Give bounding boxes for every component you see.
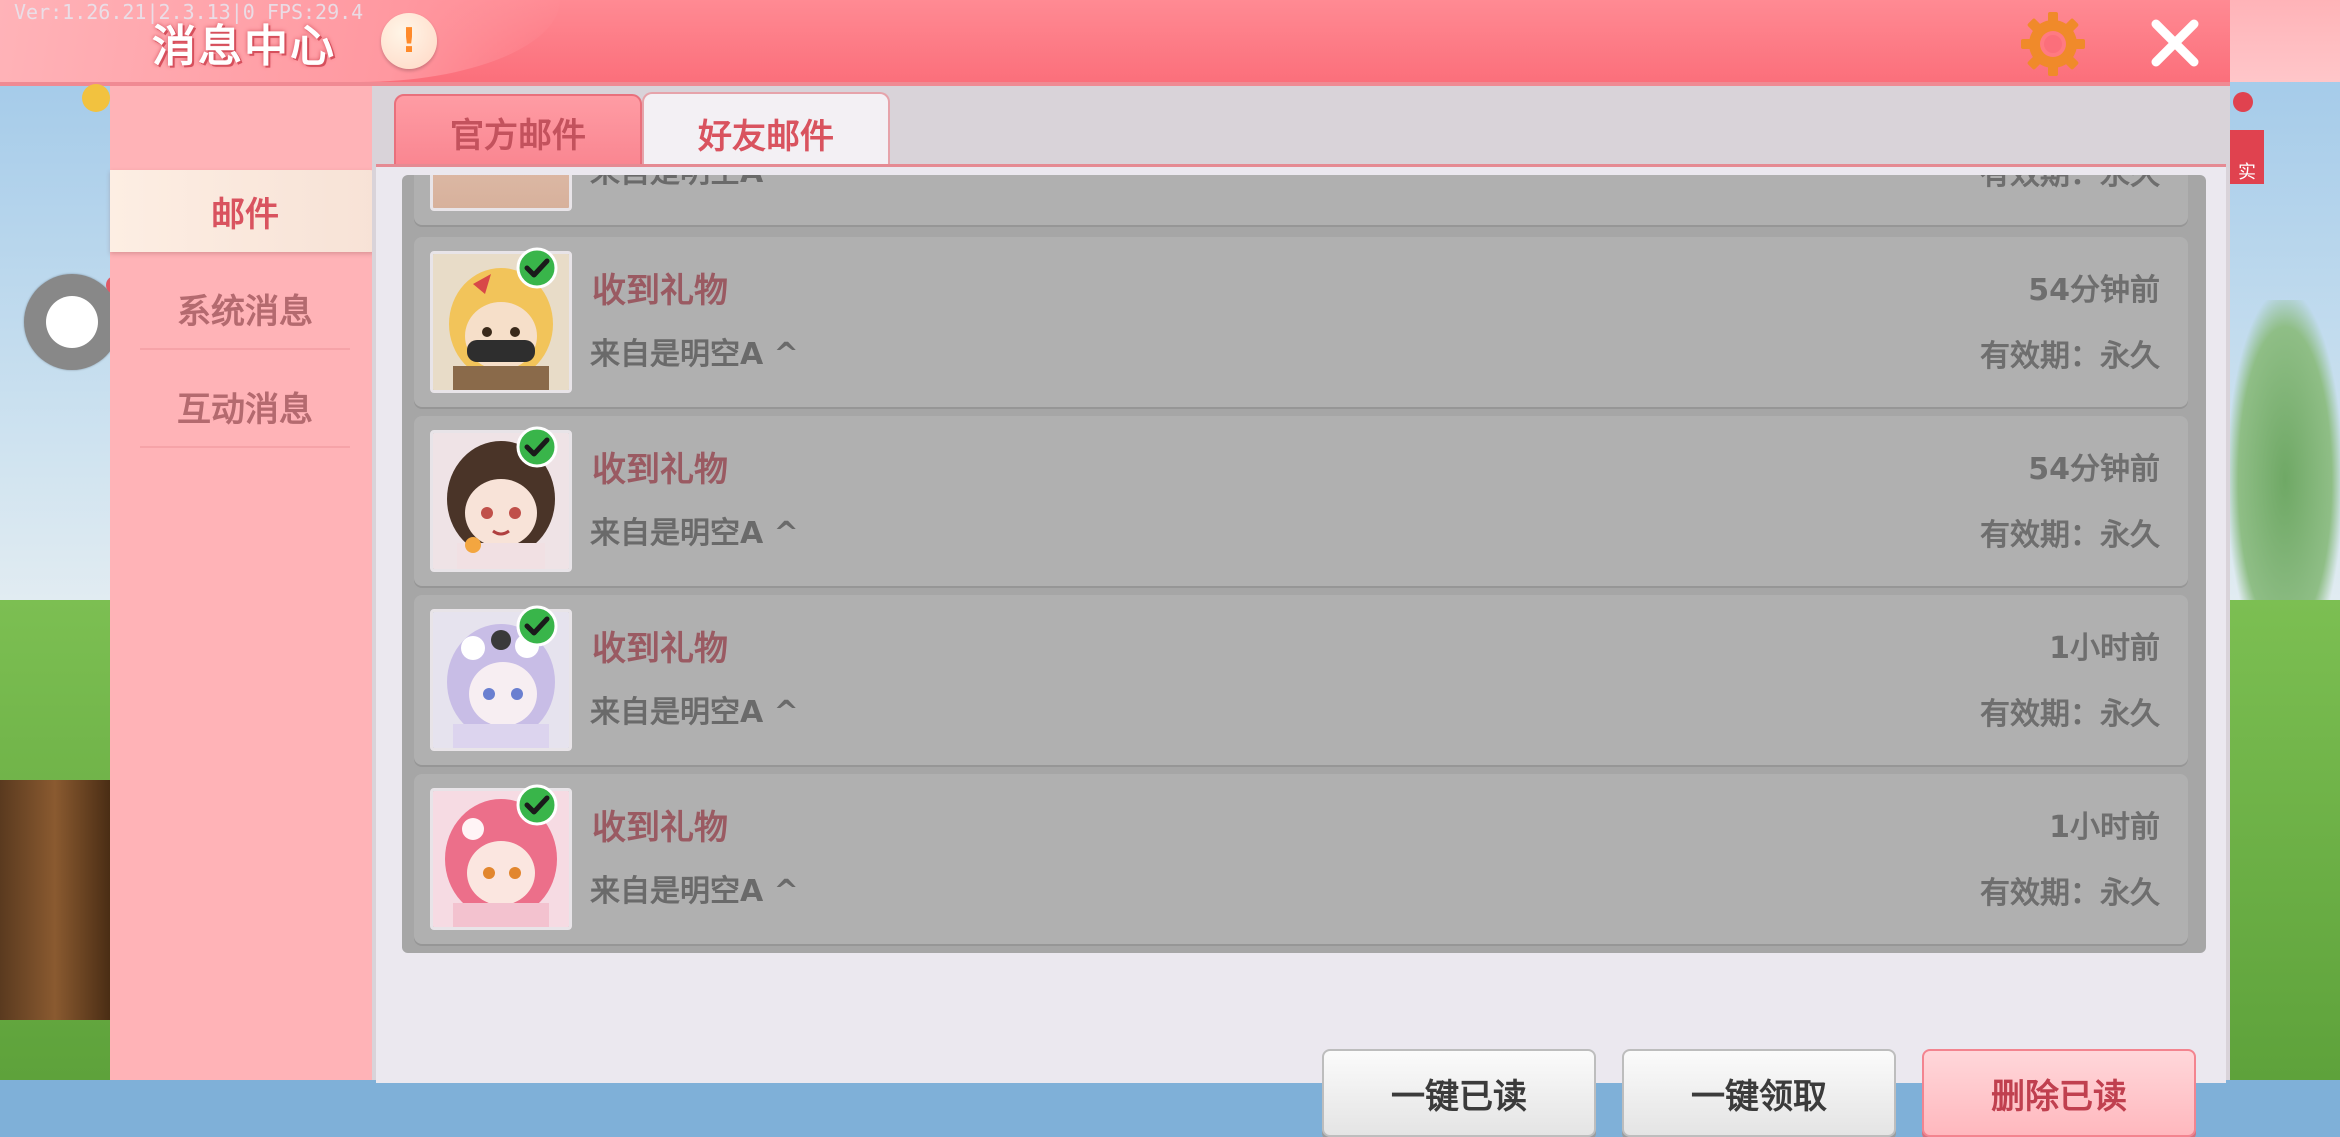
mail-sender: 来自是明空A ^ [590, 695, 799, 730]
claimed-check-icon [516, 784, 558, 826]
mail-title: 收到礼物 [592, 271, 728, 311]
mail-validity: 有效期：永久 [1980, 697, 2160, 732]
sender-avatar [430, 175, 572, 211]
page-title: 消息中心 [152, 21, 336, 72]
claimed-check-icon [516, 426, 558, 468]
mail-item[interactable]: 收到礼物 来自是明空A ^ 54分钟前 有效期：永久 [414, 416, 2188, 586]
dirt-block [0, 780, 110, 1020]
header-right-strip [2230, 0, 2340, 82]
floating-ring-center [46, 296, 98, 348]
mail-sender: 来自是明空A ^ [590, 175, 799, 191]
mail-time: 1小时前 [2049, 810, 2160, 845]
tab-friend-mail[interactable]: 好友邮件 [642, 92, 890, 172]
tab-official-mail[interactable]: 官方邮件 [394, 94, 642, 170]
coin-icon [82, 84, 110, 112]
mail-validity: 有效期：永久 [1980, 175, 2160, 193]
mail-validity: 有效期：永久 [1980, 339, 2160, 374]
mail-title: 收到礼物 [592, 450, 728, 490]
claimed-check-icon [516, 247, 558, 289]
notice-icon[interactable]: ! [381, 13, 437, 69]
sidebar-item-interaction-messages[interactable]: 互动消息 [140, 366, 350, 448]
close-icon[interactable] [2148, 16, 2202, 70]
settings-gear-icon[interactable] [2018, 12, 2088, 76]
mail-item[interactable]: 收到礼物 来自是明空A ^ 1小时前 有效期：永久 [414, 595, 2188, 765]
mail-time: 54分钟前 [2028, 452, 2160, 487]
claim-all-button[interactable]: 一键领取 [1622, 1049, 1896, 1137]
notification-dot [2233, 92, 2253, 112]
mail-validity: 有效期：永久 [1980, 876, 2160, 911]
title-bar: Ver:1.26.21|2.3.13|0 FPS:29.4 消息中心 ! [0, 0, 2230, 86]
claimed-check-icon [516, 605, 558, 647]
mail-time: 1小时前 [2049, 631, 2160, 666]
mark-all-read-button[interactable]: 一键已读 [1322, 1049, 1596, 1137]
mail-item[interactable]: 来自是明空A ^ 有效期：永久 [414, 175, 2188, 225]
mail-time: 54分钟前 [2028, 273, 2160, 308]
mail-item[interactable]: 收到礼物 来自是明空A ^ 54分钟前 有效期：永久 [414, 237, 2188, 407]
mail-title: 收到礼物 [592, 808, 728, 848]
mail-content: 来自是明空A ^ 有效期：永久 [376, 164, 2226, 1137]
sidebar-item-mail[interactable]: 邮件 [110, 170, 380, 252]
floating-assist-button[interactable] [24, 274, 124, 370]
mail-sender: 来自是明空A ^ [590, 874, 799, 909]
sidebar-item-system-messages[interactable]: 系统消息 [140, 268, 350, 350]
mail-list[interactable]: 来自是明空A ^ 有效期：永久 [402, 175, 2206, 953]
mail-title: 收到礼物 [592, 629, 728, 669]
mail-validity: 有效期：永久 [1980, 518, 2160, 553]
right-side-badge[interactable]: 实 [2230, 130, 2264, 184]
tree-foliage [2230, 300, 2340, 600]
mail-item[interactable]: 收到礼物 来自是明空A ^ 1小时前 有效期：永久 [414, 774, 2188, 944]
mail-sender: 来自是明空A ^ [590, 337, 799, 372]
mail-panel: 官方邮件 好友邮件 来自是明空A ^ 有效期：永久 [372, 86, 2230, 1137]
delete-read-button[interactable]: 删除已读 [1922, 1049, 2196, 1137]
mail-sender: 来自是明空A ^ [590, 516, 799, 551]
